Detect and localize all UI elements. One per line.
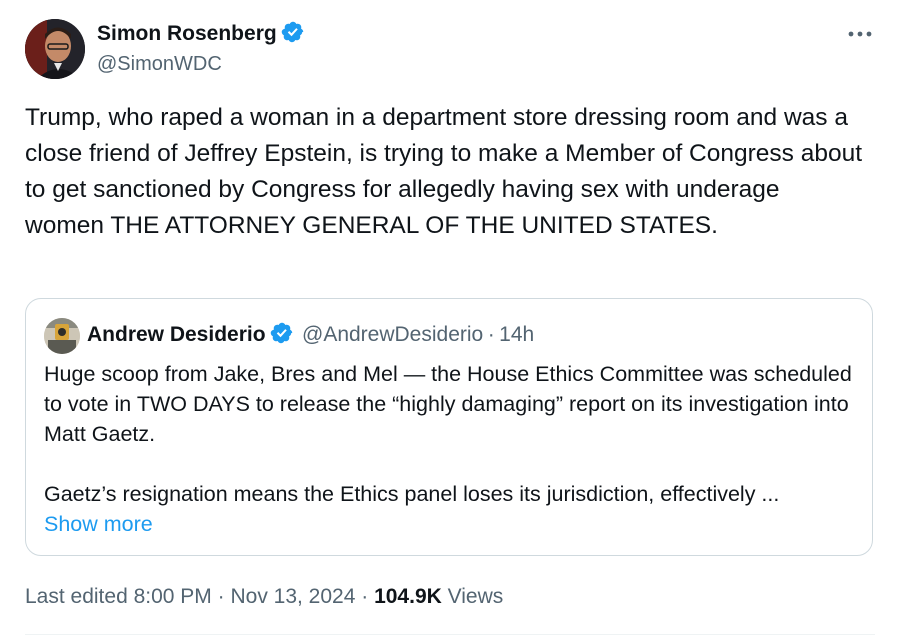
meta-separator: · <box>211 585 231 608</box>
author-avatar[interactable] <box>25 19 85 79</box>
quoted-author-handle: @AndrewDesiderio <box>302 323 484 346</box>
quoted-header: Andrew Desiderio @AndrewDesiderio · 14h <box>87 320 534 352</box>
quoted-timestamp: 14h <box>499 323 535 346</box>
views-label: Views <box>441 585 504 608</box>
edited-timestamp[interactable]: Last edited 8:00 PM <box>25 585 212 608</box>
author-handle[interactable]: @SimonWDC <box>97 51 222 77</box>
tweet-meta: Last edited 8:00 PM · Nov 13, 2024 · 104… <box>25 583 503 611</box>
views-count: 104.9K <box>374 585 442 608</box>
tweet-date[interactable]: Nov 13, 2024 <box>230 585 355 608</box>
verified-badge-icon <box>281 20 305 44</box>
dot-separator: · <box>487 323 495 346</box>
quoted-text-paragraph-1: Huge scoop from Jake, Bres and Mel — the… <box>44 362 852 446</box>
author-name-row[interactable]: Simon Rosenberg <box>97 20 305 48</box>
divider <box>25 634 875 635</box>
more-options-button[interactable] <box>844 22 876 46</box>
show-more-link[interactable]: Show more <box>44 509 153 539</box>
quoted-author-avatar <box>44 318 80 354</box>
author-name[interactable]: Simon Rosenberg <box>97 22 277 45</box>
more-horizontal-icon <box>848 31 872 37</box>
quoted-tweet-card[interactable]: Andrew Desiderio @AndrewDesiderio · 14h … <box>25 298 873 556</box>
quoted-author-name: Andrew Desiderio <box>87 323 266 346</box>
quoted-text-paragraph-2: Gaetz’s resignation means the Ethics pan… <box>44 482 780 506</box>
tweet: Simon Rosenberg @SimonWDC Trump, who rap… <box>0 0 898 639</box>
verified-badge-icon <box>270 321 294 345</box>
tweet-text: Trump, who raped a woman in a department… <box>25 104 863 239</box>
meta-separator: · <box>355 585 375 608</box>
